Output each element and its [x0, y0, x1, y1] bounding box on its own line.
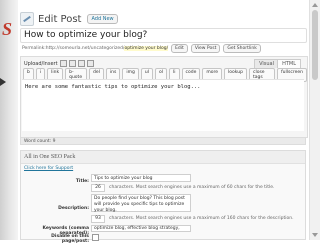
permalink-label: Permalink:: [22, 46, 46, 51]
get-shortlink-button[interactable]: Get Shortlink: [223, 44, 261, 53]
add-video-icon[interactable]: [68, 60, 76, 67]
scroll-thumb[interactable]: [312, 10, 318, 80]
post-editor: Upload/Insert Visual HTML b i link b-quo…: [20, 56, 308, 138]
add-audio-icon[interactable]: [77, 60, 85, 67]
seo-keywords-input[interactable]: optimize blog, effective blog strategy,: [91, 225, 191, 232]
brand-logo: S: [1, 19, 12, 39]
seo-title-label: Title:: [75, 179, 89, 184]
scroll-down-icon[interactable]: [312, 233, 318, 237]
permalink-row: Permalink: http://someurla.net/uncategor…: [22, 44, 261, 53]
add-image-icon[interactable]: [59, 60, 67, 67]
permalink-base: http://someurla.net/uncategorized/: [45, 46, 125, 51]
seo-description-hint: characters. Most search engines use a ma…: [109, 216, 294, 221]
seo-pack-panel: All in One SEO Pack Click here for Suppo…: [20, 150, 306, 244]
page-scrollbar[interactable]: [309, 0, 320, 240]
seo-description-input[interactable]: Do people find your blog? This blog post…: [91, 194, 191, 213]
add-media-icon[interactable]: [86, 60, 94, 67]
seo-title-hint: characters. Most search engines use a ma…: [109, 185, 275, 190]
tab-html[interactable]: HTML: [277, 59, 301, 68]
seo-description-counter: 93: [91, 215, 105, 223]
seo-pack-heading[interactable]: All in One SEO Pack: [21, 151, 305, 164]
add-new-button[interactable]: Add New: [87, 14, 118, 24]
tab-visual[interactable]: Visual: [254, 59, 279, 68]
collapse-arrow-icon[interactable]: [0, 78, 6, 86]
page-title: Edit Post: [38, 13, 82, 25]
post-content-textarea[interactable]: Here are some fantastic tips to optimize…: [22, 79, 304, 131]
edit-post-icon: [20, 12, 34, 26]
upload-insert-label[interactable]: Upload/Insert: [24, 61, 58, 67]
word-count: Word count: 9: [20, 137, 306, 145]
seo-title-counter: 26: [91, 184, 105, 192]
seo-description-label: Description:: [58, 206, 89, 211]
page-header: Edit Post Add New: [20, 10, 118, 28]
permalink-slug[interactable]: optimize your blog/: [124, 46, 169, 51]
edit-permalink-button[interactable]: Edit: [171, 44, 188, 53]
upload-insert-row[interactable]: Upload/Insert: [24, 60, 94, 67]
post-title-input[interactable]: How to optimize your blog?: [20, 28, 307, 43]
view-post-button[interactable]: View Post: [190, 44, 221, 53]
seo-title-input[interactable]: Tips to optimize your blog: [91, 174, 191, 182]
scroll-up-icon[interactable]: [312, 3, 318, 7]
seo-disable-label: Disable on this page/post:: [51, 234, 89, 244]
edit-post-main: Edit Post Add New How to optimize your b…: [20, 0, 320, 244]
support-link[interactable]: Click here for Support: [24, 166, 73, 171]
